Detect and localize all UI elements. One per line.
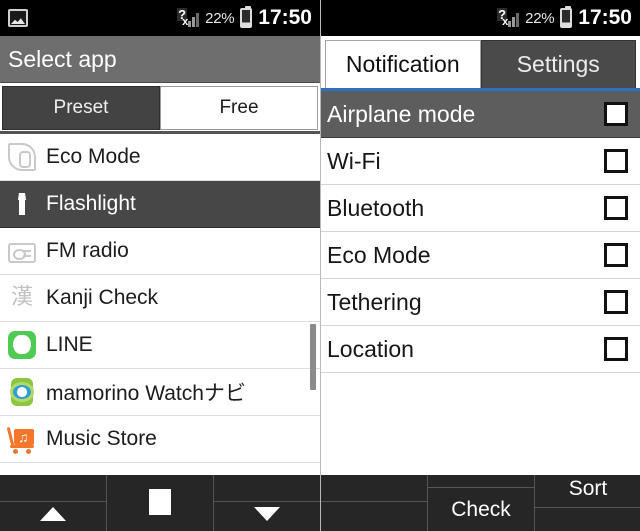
checkbox[interactable] <box>604 337 628 361</box>
flashlight-icon <box>8 190 36 218</box>
scroll-up-button[interactable] <box>0 475 107 531</box>
status-bar-notifications <box>8 9 177 27</box>
checkbox[interactable] <box>604 290 628 314</box>
battery-percent-label: 22% <box>525 9 555 27</box>
sort-button[interactable]: Sort <box>535 475 640 531</box>
checkbox[interactable] <box>604 102 628 126</box>
status-bar-indicators: ? x 22% 17:50 <box>177 6 312 30</box>
list-item-label: Flashlight <box>46 192 136 215</box>
list-item-label: Eco Mode <box>327 241 431 268</box>
tab-free[interactable]: Free <box>160 86 318 130</box>
settings-toggle-list: Airplane mode Wi-Fi Bluetooth Eco Mode T… <box>321 91 640 373</box>
checkbox[interactable] <box>604 243 628 267</box>
image-icon <box>8 9 28 27</box>
list-item[interactable]: Tethering <box>321 279 640 326</box>
eco-leaf-icon <box>8 143 36 171</box>
scrollbar-thumb[interactable] <box>310 324 316 390</box>
status-bar-left: ? x 22% 17:50 <box>0 0 320 36</box>
scroll-down-button[interactable] <box>214 475 320 531</box>
battery-percent-label: 22% <box>205 9 235 27</box>
list-item[interactable]: FM radio <box>0 228 320 275</box>
blank-button[interactable] <box>321 475 428 531</box>
watch-icon <box>8 378 36 406</box>
tab-notification[interactable]: Notification <box>325 40 481 88</box>
clock-label: 17:50 <box>258 6 312 29</box>
radio-icon <box>8 243 36 263</box>
status-bar-right: ? x 22% 17:50 <box>321 0 640 36</box>
dual-panel-screen: ? x 22% 17:50 Select app Preset Free Eco … <box>0 0 640 531</box>
right-panel-notification-settings: ? x 22% 17:50 Notification Settings Airpl… <box>320 0 640 531</box>
tab-preset[interactable]: Preset <box>2 86 160 130</box>
list-item-label: Airplane mode <box>327 100 476 127</box>
list-item[interactable]: 漢 Kanji Check <box>0 275 320 322</box>
list-item-label: Eco Mode <box>46 145 141 168</box>
sort-button-label: Sort <box>568 477 608 500</box>
checkbox[interactable] <box>604 196 628 220</box>
list-item[interactable]: mamorino Watchナビ <box>0 369 320 416</box>
list-item-label: Location <box>327 335 414 362</box>
list-item[interactable]: Flashlight <box>0 181 320 228</box>
bottom-nav-bar-left <box>0 475 320 531</box>
page-title-bar: Select app <box>0 36 320 83</box>
list-item[interactable]: Eco Mode <box>321 232 640 279</box>
app-list[interactable]: Eco Mode Flashlight FM radio 漢 Kanji Che… <box>0 134 320 517</box>
list-item-label: Music Store <box>46 427 157 450</box>
list-item-label: Wi-Fi <box>327 147 381 174</box>
triangle-down-icon <box>254 507 280 521</box>
square-icon <box>149 489 171 515</box>
check-button-label: Check <box>451 498 511 521</box>
list-item[interactable]: Bluetooth <box>321 185 640 232</box>
battery-low-icon <box>560 6 573 28</box>
triangle-up-icon <box>40 507 66 521</box>
source-segmented-control: Preset Free <box>0 83 320 131</box>
status-bar-indicators-right: ? x 22% 17:50 <box>497 6 632 30</box>
clock-label: 17:50 <box>578 6 632 29</box>
list-item[interactable]: Wi-Fi <box>321 138 640 185</box>
line-app-icon <box>8 331 36 359</box>
list-item-label: Bluetooth <box>327 194 425 221</box>
checkbox[interactable] <box>604 149 628 173</box>
list-scrollbar[interactable] <box>310 134 318 517</box>
panel-tabs: Notification Settings <box>321 36 640 88</box>
battery-low-icon <box>240 6 253 28</box>
list-item[interactable]: Music Store <box>0 416 320 463</box>
list-item[interactable]: Location <box>321 326 640 373</box>
check-button[interactable]: Check <box>428 475 535 531</box>
home-button[interactable] <box>107 475 214 531</box>
left-panel-select-app: ? x 22% 17:50 Select app Preset Free Eco … <box>0 0 320 531</box>
list-item-label: mamorino Watchナビ <box>46 382 246 405</box>
list-item[interactable]: Eco Mode <box>0 134 320 181</box>
list-item-label: Tethering <box>327 288 422 315</box>
list-item-label: LINE <box>46 333 93 356</box>
signal-no-service-icon: ? x <box>497 8 520 28</box>
list-item-label: FM radio <box>46 239 129 262</box>
list-item[interactable]: Airplane mode <box>321 91 640 138</box>
tab-settings[interactable]: Settings <box>480 40 636 88</box>
signal-no-service-icon: ? x <box>177 8 200 28</box>
bottom-nav-bar-right: Check Sort <box>321 475 640 531</box>
page-title: Select app <box>8 45 117 72</box>
kanji-icon: 漢 <box>10 285 33 310</box>
music-store-icon <box>6 425 36 454</box>
list-item-label: Kanji Check <box>46 286 159 309</box>
list-item[interactable]: LINE <box>0 322 320 369</box>
